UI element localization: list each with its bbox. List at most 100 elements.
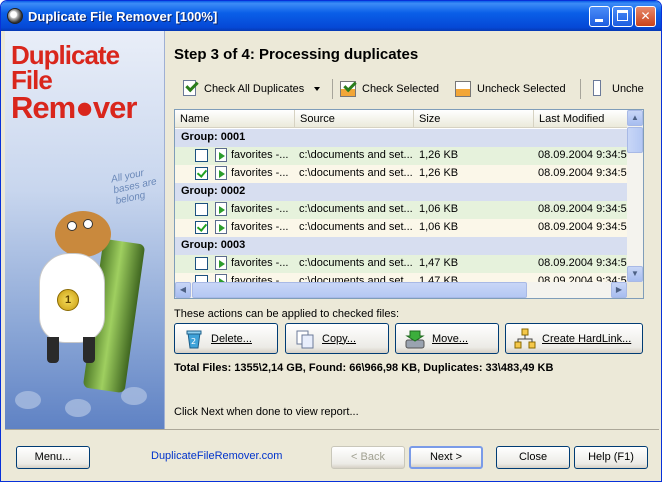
group-row[interactable]: Group: 0001: [175, 129, 627, 147]
check-selected-button[interactable]: Check Selected: [338, 77, 439, 101]
chevron-down-icon[interactable]: [314, 87, 321, 91]
copy-icon: [294, 328, 316, 350]
list-rows: Group: 0001 favorites -... c:\documents an…: [175, 129, 627, 291]
scroll-left-icon[interactable]: ◀: [175, 282, 191, 298]
wall-graffiti: All your bases are belong: [110, 167, 158, 207]
column-header-last-modified[interactable]: Last Modified: [534, 110, 627, 128]
close-button[interactable]: Close: [496, 446, 570, 469]
app-icon[interactable]: [7, 8, 23, 24]
hardlink-icon: [514, 328, 536, 350]
uncheck-all-button[interactable]: Unche: [588, 77, 644, 101]
column-header-size[interactable]: Size: [414, 110, 534, 128]
step-title: Step 3 of 4: Processing duplicates: [174, 46, 419, 63]
copy-label: Copy...: [322, 332, 357, 345]
column-header-name[interactable]: Name: [175, 110, 295, 128]
cell-name: favorites -...: [231, 221, 289, 233]
medal-icon: 1: [57, 289, 79, 311]
group-row[interactable]: Group: 0002: [175, 183, 627, 201]
minimize-icon: [595, 19, 603, 22]
group-label: Group: 0002: [181, 185, 246, 197]
file-checkbox[interactable]: [195, 167, 208, 180]
toolbar-divider: [580, 79, 581, 99]
uncheck-selected-button[interactable]: Uncheck Selected: [453, 77, 566, 101]
group-label: Group: 0001: [181, 131, 246, 143]
file-checkbox[interactable]: [195, 149, 208, 162]
file-checkbox[interactable]: [195, 257, 208, 270]
file-row[interactable]: favorites -... c:\documents and set... 1,2…: [175, 147, 627, 165]
column-header-source[interactable]: Source: [295, 110, 414, 128]
menu-button[interactable]: Menu...: [16, 446, 90, 469]
cell-modified: 08.09.2004 9:34:5: [538, 221, 627, 233]
file-row[interactable]: favorites -... c:\documents and set... 1,4…: [175, 255, 627, 273]
maximize-icon: [617, 10, 628, 21]
cell-source: c:\documents and set...: [299, 167, 413, 179]
group-row[interactable]: Group: 0003: [175, 237, 627, 255]
cell-name: favorites -...: [231, 257, 289, 269]
file-row[interactable]: favorites -... c:\documents and set... 1,2…: [175, 165, 627, 183]
back-button[interactable]: < Back: [331, 446, 405, 469]
next-button[interactable]: Next >: [409, 446, 483, 469]
vertical-scrollbar[interactable]: ▲ ▼: [627, 110, 643, 282]
scroll-right-icon[interactable]: ▶: [611, 282, 627, 298]
file-checkbox[interactable]: [195, 221, 208, 234]
totals-summary: Total Files: 1355\2,14 GB, Found: 66\966…: [174, 362, 554, 374]
cell-modified: 08.09.2004 9:34:5: [538, 167, 627, 179]
website-link[interactable]: DuplicateFileRemover.com: [151, 450, 282, 462]
copy-button[interactable]: Copy...: [285, 323, 389, 354]
horizontal-scroll-thumb[interactable]: [192, 282, 527, 298]
shortcut-file-icon: [215, 220, 227, 234]
logo-line-2: Rem●ver: [11, 89, 137, 125]
cell-source: c:\documents and set...: [299, 257, 413, 269]
file-row[interactable]: favorites -... c:\documents and set... 1,0…: [175, 201, 627, 219]
cell-source: c:\documents and set...: [299, 149, 413, 161]
check-all-icon: [180, 78, 200, 99]
close-window-button[interactable]: ✕: [635, 6, 656, 27]
cell-size: 1,06 KB: [419, 203, 459, 215]
vertical-scroll-thumb[interactable]: [627, 127, 643, 153]
scroll-corner: [627, 282, 643, 298]
app-window: Duplicate File Remover [100%] ✕ Duplicat…: [0, 0, 662, 482]
decorative-sheep-icon: [65, 399, 91, 417]
check-all-duplicates-button[interactable]: Check All Duplicates: [180, 77, 321, 101]
cell-source: c:\documents and set...: [299, 203, 413, 215]
check-selected-icon: [338, 78, 358, 99]
file-checkbox[interactable]: [195, 203, 208, 216]
minimize-button[interactable]: [589, 6, 610, 27]
file-row[interactable]: favorites -... c:\documents and set... 1,0…: [175, 219, 627, 237]
cell-modified: 08.09.2004 9:34:5: [538, 149, 627, 161]
cell-size: 1,06 KB: [419, 221, 459, 233]
list-header: Name Source Size Last Modified: [175, 110, 627, 128]
title-bar[interactable]: Duplicate File Remover [100%] ✕: [1, 1, 661, 31]
sheep-legs-illustration: [41, 337, 103, 367]
shortcut-file-icon: [215, 202, 227, 216]
scroll-down-icon[interactable]: ▼: [627, 266, 643, 282]
logo-line-1: Duplicate File: [11, 40, 120, 95]
svg-text:2: 2: [191, 337, 196, 346]
shortcut-file-icon: [215, 148, 227, 162]
cell-name: favorites -...: [231, 203, 289, 215]
app-logo: Duplicate File Rem●ver: [11, 40, 164, 125]
check-selected-label: Check Selected: [362, 83, 440, 95]
maximize-button[interactable]: [612, 6, 633, 27]
sheep-head-illustration: [55, 211, 111, 257]
create-hardlink-button[interactable]: Create HardLink...: [505, 323, 643, 354]
main-panel: Step 3 of 4: Processing duplicates Check…: [166, 31, 660, 429]
duplicates-list[interactable]: Name Source Size Last Modified Group: 00…: [174, 109, 644, 299]
toolbar-divider: [332, 79, 333, 99]
cell-source: c:\documents and set...: [299, 221, 413, 233]
footer-bar: Menu... DuplicateFileRemover.com < Back …: [5, 429, 659, 479]
hardlink-label: Create HardLink...: [542, 332, 632, 345]
move-icon: [404, 328, 426, 350]
uncheck-all-label: Unche: [612, 83, 644, 95]
cell-modified: 08.09.2004 9:34:5: [538, 203, 627, 215]
move-button[interactable]: Move...: [395, 323, 499, 354]
scroll-up-icon[interactable]: ▲: [627, 110, 643, 126]
shortcut-file-icon: [215, 166, 227, 180]
decorative-sheep-icon: [121, 387, 147, 405]
horizontal-scrollbar[interactable]: ◀ ▶: [175, 282, 627, 298]
help-button[interactable]: Help (F1): [574, 446, 648, 469]
delete-button[interactable]: 2 Delete...: [174, 323, 278, 354]
uncheck-all-icon: [588, 79, 608, 99]
cell-name: favorites -...: [231, 149, 289, 161]
uncheck-selected-icon: [453, 79, 473, 99]
